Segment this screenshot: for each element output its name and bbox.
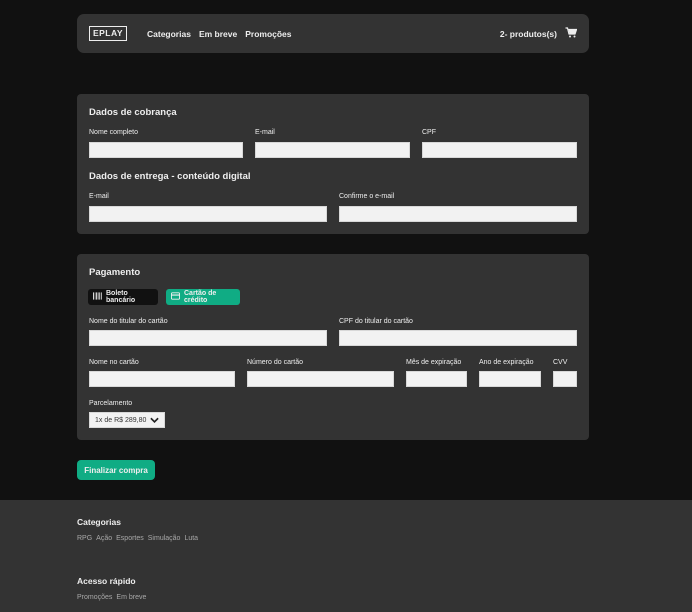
card-number-label: Número do cartão	[247, 359, 304, 366]
footer-categories-title: Categorias	[77, 517, 121, 527]
nav-link-em-breve[interactable]: Em breve	[199, 29, 237, 39]
card-name-input[interactable]	[89, 371, 235, 387]
delivery-email-input[interactable]	[89, 206, 327, 222]
payment-title: Pagamento	[89, 267, 141, 278]
cpf-label: CPF	[422, 129, 436, 136]
delivery-email-label: E-mail	[89, 193, 109, 200]
footer-link-rpg[interactable]: RPG	[77, 535, 92, 542]
delivery-title: Dados de entrega - conteúdo digital	[89, 171, 251, 182]
footer-link-esportes[interactable]: Esportes	[116, 535, 144, 542]
credit-card-icon	[171, 292, 180, 302]
footer: Categorias RPG Ação Esportes Simulação L…	[0, 500, 692, 612]
exp-month-input[interactable]	[406, 371, 467, 387]
footer-quick-access-title: Acesso rápido	[77, 576, 136, 586]
cardholder-name-input[interactable]	[89, 330, 327, 346]
billing-card: Dados de cobrança Nome completo E-mail C…	[77, 94, 589, 234]
full-name-input[interactable]	[89, 142, 243, 158]
installments-select[interactable]: 1x de R$ 289,80	[89, 412, 165, 428]
nav-link-promocoes[interactable]: Promoções	[245, 29, 291, 39]
installments-value: 1x de R$ 289,80	[95, 416, 147, 424]
confirm-email-label: Confirme o e-mail	[339, 193, 395, 200]
card-name-label: Nome no cartão	[89, 359, 139, 366]
main-nav: Categorias Em breve Promoções	[147, 29, 292, 39]
footer-categories-links: RPG Ação Esportes Simulação Luta	[77, 535, 198, 542]
cardholder-cpf-input[interactable]	[339, 330, 577, 346]
footer-link-simulacao[interactable]: Simulação	[148, 535, 181, 542]
email-input[interactable]	[255, 142, 410, 158]
cvv-input[interactable]	[553, 371, 577, 387]
email-label: E-mail	[255, 129, 275, 136]
barcode-icon	[93, 292, 102, 302]
finish-purchase-button[interactable]: Finalizar compra	[77, 460, 155, 480]
footer-link-acao[interactable]: Ação	[96, 535, 112, 542]
eplay-logo[interactable]: EPLAY	[89, 26, 127, 41]
footer-link-em-breve[interactable]: Em breve	[116, 594, 146, 601]
cvv-label: CVV	[553, 359, 568, 366]
cart-button[interactable]: 2- produtos(s)	[499, 27, 578, 40]
card-number-input[interactable]	[247, 371, 394, 387]
footer-link-luta[interactable]: Luta	[184, 535, 198, 542]
exp-year-input[interactable]	[479, 371, 541, 387]
cart-count-label: 2- produtos(s)	[499, 28, 557, 39]
payment-card: Pagamento Boleto bancário Cartão de créd…	[77, 254, 589, 440]
boleto-label: Boleto bancário	[106, 290, 136, 304]
confirm-email-input[interactable]	[339, 206, 577, 222]
credit-card-label: Cartão de crédito	[184, 290, 217, 304]
full-name-label: Nome completo	[89, 129, 139, 136]
header-bar: EPLAY Categorias Em breve Promoções 2- p…	[77, 14, 589, 53]
nav-link-categorias[interactable]: Categorias	[147, 29, 191, 39]
cart-icon	[565, 27, 578, 40]
exp-month-label: Mês de expiração	[406, 359, 462, 366]
installments-label: Parcelamento	[89, 400, 133, 407]
footer-link-promocoes[interactable]: Promoções	[77, 594, 112, 601]
footer-quick-access-links: Promoções Em breve	[77, 594, 146, 601]
boleto-button[interactable]: Boleto bancário	[88, 289, 158, 305]
cardholder-cpf-label: CPF do titular do cartão	[339, 318, 413, 325]
exp-year-label: Ano de expiração	[479, 359, 534, 366]
cardholder-name-label: Nome do titular do cartão	[89, 318, 168, 325]
credit-card-button[interactable]: Cartão de crédito	[166, 289, 240, 305]
cpf-input[interactable]	[422, 142, 577, 158]
billing-title: Dados de cobrança	[89, 107, 177, 118]
